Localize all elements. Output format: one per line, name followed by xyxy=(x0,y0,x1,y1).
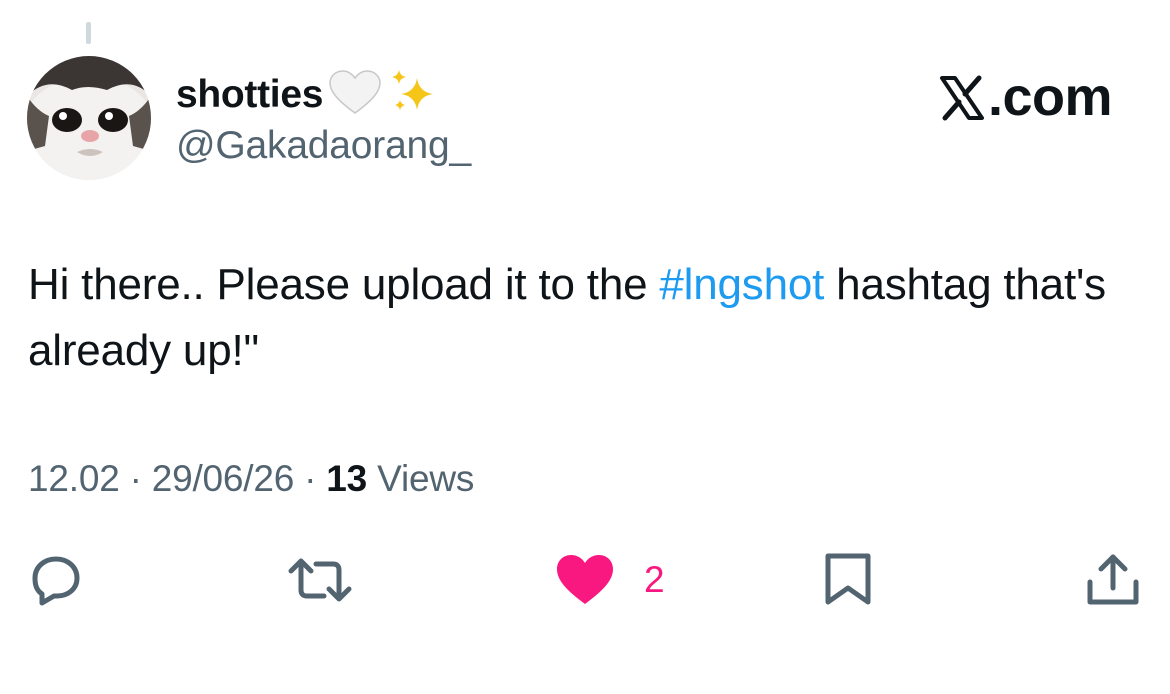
tweet-metadata: 12.02 · 29/06/26 · 13 Views xyxy=(28,458,474,500)
reply-icon xyxy=(32,556,80,606)
cat-face-avatar-image xyxy=(27,56,151,180)
bookmark-icon xyxy=(825,553,871,605)
views-count: 13 xyxy=(326,458,368,499)
post-date[interactable]: 29/06/26 xyxy=(152,458,295,499)
views-label: Views xyxy=(377,458,475,499)
avatar[interactable] xyxy=(27,56,151,180)
author-name-row[interactable]: shotties xyxy=(176,68,439,123)
brand-watermark: .com xyxy=(938,66,1113,128)
post-time[interactable]: 12.02 xyxy=(28,458,120,499)
hashtag-link[interactable]: #lngshot xyxy=(659,260,824,309)
white-heart-icon xyxy=(327,69,383,122)
meta-separator: · xyxy=(129,458,142,499)
share-button[interactable] xyxy=(1084,552,1142,608)
heart-filled-icon xyxy=(557,555,613,604)
sparkles-icon xyxy=(387,68,439,123)
author-handle[interactable]: @Gakadaorang_ xyxy=(176,124,471,168)
thread-connector-line xyxy=(86,22,91,44)
reply-button[interactable] xyxy=(28,552,84,608)
tweet-text-before: Hi there.. Please upload it to the xyxy=(28,260,660,309)
meta-separator: · xyxy=(304,458,317,499)
display-name[interactable]: shotties xyxy=(176,73,323,117)
like-count: 2 xyxy=(644,559,665,600)
repost-button[interactable] xyxy=(286,552,354,608)
share-icon xyxy=(1087,554,1139,605)
tweet-text: Hi there.. Please upload it to the #lngs… xyxy=(28,252,1138,384)
bookmark-button[interactable] xyxy=(822,552,874,608)
like-button[interactable]: 2 xyxy=(554,552,665,608)
x-logo-icon xyxy=(938,73,986,121)
repost-icon xyxy=(288,558,352,602)
brand-label: .com xyxy=(987,67,1113,127)
